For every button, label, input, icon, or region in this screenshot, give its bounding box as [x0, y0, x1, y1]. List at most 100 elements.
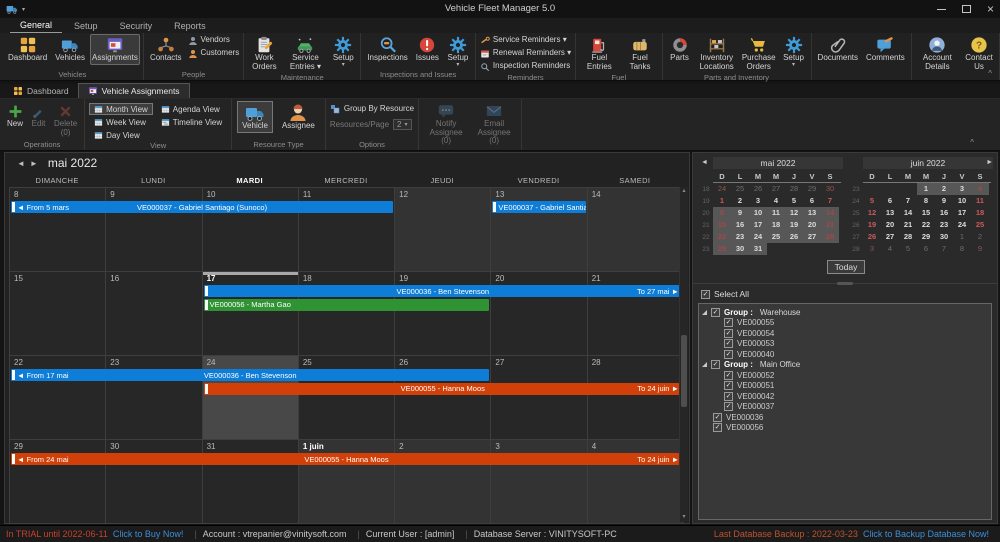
mini-day-26[interactable]: 26: [749, 183, 767, 195]
contact-us-button[interactable]: ?Contact Us: [962, 34, 996, 73]
ribbon-tab-setup[interactable]: Setup: [64, 20, 108, 33]
mini-day-7[interactable]: 7: [935, 243, 953, 255]
mini-day-4[interactable]: 4: [767, 195, 785, 207]
mini-cal-prev-icon[interactable]: ◄: [701, 159, 708, 166]
mini-day-21[interactable]: 21: [821, 219, 839, 231]
mini-day-11[interactable]: 11: [971, 195, 989, 207]
mini-day-23[interactable]: 23: [731, 231, 749, 243]
month-view-button[interactable]: Month View: [89, 103, 153, 115]
minimize-button[interactable]: [937, 9, 946, 10]
resources-per-page-select[interactable]: 2 ▾: [393, 119, 411, 130]
mini-day-10[interactable]: 10: [953, 195, 971, 207]
mini-day-18[interactable]: 18: [971, 207, 989, 219]
contacts-button[interactable]: Contacts: [147, 34, 185, 65]
mini-day-6[interactable]: 6: [881, 195, 899, 207]
sidebar-splitter[interactable]: [693, 283, 997, 284]
calendar-cell-27[interactable]: 27: [491, 356, 587, 440]
inventory-locations-button[interactable]: Inventory Locations: [696, 34, 738, 73]
mini-day-5[interactable]: 5: [863, 195, 881, 207]
setup-button[interactable]: Setup▾: [444, 34, 472, 70]
checkbox-icon[interactable]: ✓: [724, 402, 733, 411]
checkbox-icon[interactable]: ✓: [713, 423, 722, 432]
calendar-next-icon[interactable]: ►: [30, 159, 38, 168]
expand-icon[interactable]: [702, 362, 707, 367]
mini-day-24[interactable]: 24: [713, 183, 731, 195]
mini-day-29[interactable]: 29: [803, 183, 821, 195]
mini-day-9[interactable]: 9: [971, 243, 989, 255]
service-reminders-button[interactable]: Service Reminders ▾: [480, 35, 571, 46]
mini-day-2[interactable]: 2: [971, 231, 989, 243]
mini-day-19[interactable]: 19: [863, 219, 881, 231]
mini-day-20[interactable]: 20: [803, 219, 821, 231]
mini-day-4[interactable]: 4: [881, 243, 899, 255]
email-assignee-button[interactable]: Email Assignee (0): [471, 101, 517, 147]
mini-day-1[interactable]: 1: [713, 195, 731, 207]
mini-day-12[interactable]: 12: [863, 207, 881, 219]
event-bar-ve000055-hanna-moos[interactable]: VE000055 - Hanna Moos◄ From 24 maiTo 24 …: [11, 453, 682, 465]
vendors-button[interactable]: Vendors: [188, 35, 240, 46]
new-button[interactable]: New: [4, 101, 26, 130]
checkbox-icon[interactable]: ✓: [724, 371, 733, 380]
checkbox-icon[interactable]: ✓: [711, 308, 720, 317]
mini-day-29[interactable]: 29: [713, 243, 731, 255]
calendar-cell-14[interactable]: 14: [588, 188, 684, 272]
mini-day-13[interactable]: 13: [803, 207, 821, 219]
checkbox-icon[interactable]: ✓: [724, 329, 733, 338]
maximize-button[interactable]: [962, 5, 971, 13]
mini-day-18[interactable]: 18: [767, 219, 785, 231]
mini-day-14[interactable]: 14: [899, 207, 917, 219]
setup-button[interactable]: Setup▾: [780, 34, 808, 70]
status-link[interactable]: Click to Buy Now!: [113, 529, 184, 539]
select-all-checkbox[interactable]: ✓: [701, 290, 710, 299]
mini-day-27[interactable]: 27: [767, 183, 785, 195]
ribbon-tab-general[interactable]: General: [10, 19, 62, 33]
mini-day-19[interactable]: 19: [785, 219, 803, 231]
calendar-cell-15[interactable]: 15: [10, 272, 106, 356]
mini-day-22[interactable]: 22: [917, 219, 935, 231]
mini-day-8[interactable]: 8: [917, 195, 935, 207]
group-by-resource-toggle[interactable]: Group By Resource: [330, 101, 414, 115]
week-view-button[interactable]: Week View: [89, 116, 153, 128]
mini-day-14[interactable]: 14: [821, 207, 839, 219]
doc-tab-vehicle-assignments[interactable]: Vehicle Assignments: [78, 83, 190, 98]
mini-day-3[interactable]: 3: [749, 195, 767, 207]
close-button[interactable]: ×: [987, 3, 994, 15]
tree-item-ve000056[interactable]: ✓VE000056: [699, 423, 991, 434]
mini-day-9[interactable]: 9: [731, 207, 749, 219]
day-view-button[interactable]: Day View: [89, 129, 153, 141]
mini-day-27[interactable]: 27: [803, 231, 821, 243]
mini-day-9[interactable]: 9: [935, 195, 953, 207]
tree-item-ve000053[interactable]: ✓VE000053: [699, 339, 991, 350]
event-bar-ve000056-martha-gao[interactable]: VE000056 - Martha Gao: [204, 299, 490, 311]
tree-item-ve000040[interactable]: ✓VE000040: [699, 349, 991, 360]
mini-day-23[interactable]: 23: [935, 219, 953, 231]
mini-day-30[interactable]: 30: [935, 231, 953, 243]
mini-day-24[interactable]: 24: [749, 231, 767, 243]
service-entries-button[interactable]: Service Entries ▾: [284, 34, 328, 73]
status-link[interactable]: Click to Backup Database Now!: [863, 529, 989, 539]
checkbox-icon[interactable]: ✓: [724, 339, 733, 348]
checkbox-icon[interactable]: ✓: [724, 350, 733, 359]
mini-day-1[interactable]: 1: [917, 183, 935, 195]
tree-item-ve000055[interactable]: ✓VE000055: [699, 318, 991, 329]
ribbon-tab-reports[interactable]: Reports: [164, 20, 216, 33]
calendar-cell-28[interactable]: 28: [588, 356, 684, 440]
purchase-orders-button[interactable]: Purchase Orders: [740, 34, 778, 73]
checkbox-icon[interactable]: ✓: [713, 413, 722, 422]
mini-day-29[interactable]: 29: [917, 231, 935, 243]
tree-item-ve000036[interactable]: ✓VE000036: [699, 412, 991, 423]
mini-day-24[interactable]: 24: [953, 219, 971, 231]
mini-day-25[interactable]: 25: [731, 183, 749, 195]
scrollbar-thumb[interactable]: [681, 335, 687, 407]
vehicles-button[interactable]: Vehicles: [52, 34, 88, 65]
renewal-reminders-button[interactable]: Renewal Reminders ▾: [480, 48, 571, 59]
delete-button[interactable]: Delete (0): [51, 101, 80, 138]
expand-icon[interactable]: [702, 310, 707, 315]
comments-button[interactable]: Comments: [863, 34, 908, 65]
mini-day-22[interactable]: 22: [713, 231, 731, 243]
mini-day-13[interactable]: 13: [881, 207, 899, 219]
fuel-tanks-button[interactable]: Fuel Tanks: [622, 34, 659, 73]
issues-button[interactable]: Issues: [413, 34, 442, 65]
mini-day-6[interactable]: 6: [917, 243, 935, 255]
mini-day-15[interactable]: 15: [713, 219, 731, 231]
